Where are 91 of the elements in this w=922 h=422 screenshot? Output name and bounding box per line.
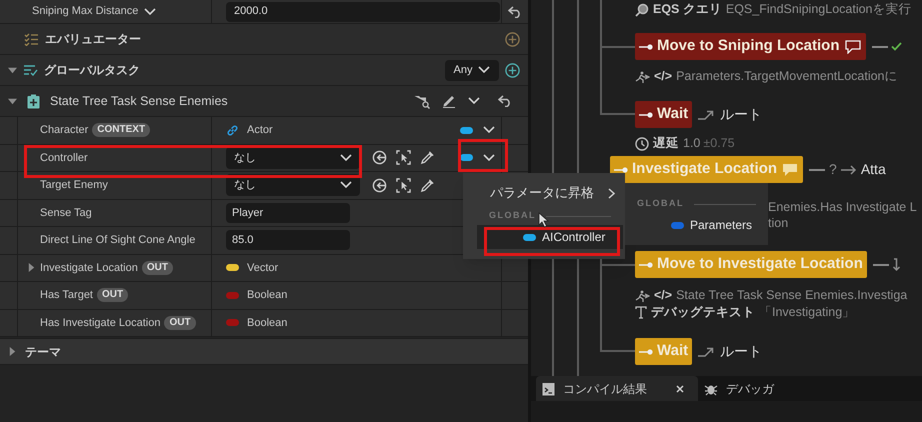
property-label: Direct Line Of Sight Cone Angle	[40, 233, 196, 248]
property-label: Controller	[40, 150, 88, 166]
arrow-up-right-icon	[698, 346, 714, 356]
close-icon[interactable]	[676, 384, 684, 392]
tag-label: OUT	[97, 288, 128, 302]
node-detail-text: Enemies.Has Investigate L	[768, 199, 917, 216]
chevron-down-icon	[340, 154, 352, 162]
chevron-down-icon	[144, 8, 156, 16]
binding-value: Actor	[247, 123, 273, 138]
chevron-down-icon	[340, 181, 352, 190]
arrow-left-circle-icon[interactable]	[372, 150, 387, 166]
search-icon	[635, 2, 649, 16]
task-list-icon	[23, 64, 38, 76]
menu-item[interactable]: Parameters	[625, 213, 768, 237]
pin-arrow-icon	[639, 112, 653, 118]
property-label: Sense Tag	[40, 206, 92, 220]
property-label: Character	[40, 123, 88, 138]
type-label: Boolean	[247, 316, 288, 330]
arrow-up-right-icon	[698, 110, 714, 120]
checklist-icon	[24, 32, 39, 46]
eyedropper-icon[interactable]	[420, 178, 435, 193]
expand-arrow-icon[interactable]	[26, 263, 36, 272]
arrow-left-circle-icon[interactable]	[372, 178, 387, 193]
chevron-down-icon	[478, 66, 490, 74]
property-label: Investigate Location	[40, 260, 138, 276]
chevron-down-icon	[468, 97, 480, 105]
clipboard-plus-icon	[27, 94, 40, 108]
edit-icon[interactable]	[442, 94, 456, 108]
pin-arrow-icon	[614, 166, 628, 172]
pin-arrow-icon	[639, 44, 653, 50]
clock-icon	[635, 136, 649, 150]
section-title: グローバルタスク	[44, 62, 140, 79]
transition-target: ルート	[720, 342, 762, 361]
expand-arrow-icon[interactable]	[8, 347, 17, 356]
type-label: Boolean	[247, 288, 288, 303]
condition-mark: ?	[829, 160, 837, 179]
chevron-down-icon	[483, 154, 495, 162]
chevron-right-icon	[608, 188, 615, 198]
menu-section-header: GLOBAL	[489, 209, 536, 222]
property-label: Has Investigate Location	[40, 316, 160, 330]
eyedropper-icon[interactable]	[420, 150, 435, 166]
type-label: Vector	[247, 260, 278, 276]
link-icon	[226, 124, 239, 137]
tag-label: OUT	[164, 316, 196, 330]
running-figure-icon	[635, 70, 650, 82]
node-detail-text: </> Parameters.TargetMovementLocationに	[654, 68, 898, 86]
console-icon	[542, 382, 555, 396]
add-icon[interactable]	[505, 62, 520, 78]
property-label: Sniping Max Distance	[32, 4, 138, 20]
turn-down-icon	[892, 258, 901, 272]
reset-icon[interactable]	[498, 95, 512, 107]
node-detail-text: tion	[768, 215, 788, 232]
text-field[interactable]: Player	[226, 202, 350, 223]
property-label: Target Enemy	[40, 178, 108, 193]
arrow-right-icon	[840, 164, 857, 174]
panel-tab[interactable]: コンパイル結果	[536, 376, 698, 401]
pin-arrow-icon	[639, 262, 653, 268]
number-field[interactable]: 2000.0	[226, 2, 500, 22]
node-detail-text: 遅延 1.0 ±0.75	[653, 135, 735, 152]
select-cursor-icon[interactable]	[396, 150, 411, 166]
task-node[interactable]: Move to Sniping Location	[635, 33, 866, 60]
transition-target: ルート	[720, 105, 762, 124]
mouse-cursor-icon	[538, 212, 549, 228]
node-detail-text: </> State Tree Task Sense Enemies.Investiga	[654, 287, 908, 304]
task-title: State Tree Task Sense Enemies	[50, 92, 228, 110]
text-field[interactable]: 85.0	[226, 230, 350, 250]
panel-tab[interactable]: デバッガ	[698, 376, 780, 401]
highlight-frame	[458, 139, 508, 172]
mode-dropdown[interactable]: Any	[445, 60, 499, 80]
tag-label: CONTEXT	[92, 123, 150, 138]
menu-section-header: GLOBAL	[637, 197, 684, 210]
section-title: エバリュエーター	[45, 31, 141, 48]
transition-target: Atta	[860, 160, 886, 179]
text-type-icon	[635, 306, 647, 319]
running-figure-icon	[635, 290, 650, 302]
node-detail-text: EQS クエリ EQS_FindSnipingLocationを実行	[653, 1, 912, 18]
check-icon	[890, 42, 902, 51]
object-dropdown[interactable]: なし	[226, 146, 360, 169]
chevron-down-icon	[483, 126, 495, 134]
reset-icon[interactable]	[508, 6, 522, 18]
folder-search-icon[interactable]	[414, 94, 430, 108]
select-cursor-icon[interactable]	[396, 178, 411, 193]
expand-arrow-icon[interactable]	[8, 66, 17, 74]
property-label: Has Target	[40, 288, 93, 303]
task-node[interactable]: Wait	[635, 101, 692, 128]
pin-arrow-icon	[639, 348, 653, 354]
tag-label: OUT	[142, 260, 173, 275]
add-icon[interactable]	[505, 32, 520, 46]
expand-arrow-icon[interactable]	[8, 96, 17, 106]
node-detail-text: デバッグテキスト 「Investigating」	[651, 304, 856, 322]
section-title: テーマ	[25, 344, 61, 360]
